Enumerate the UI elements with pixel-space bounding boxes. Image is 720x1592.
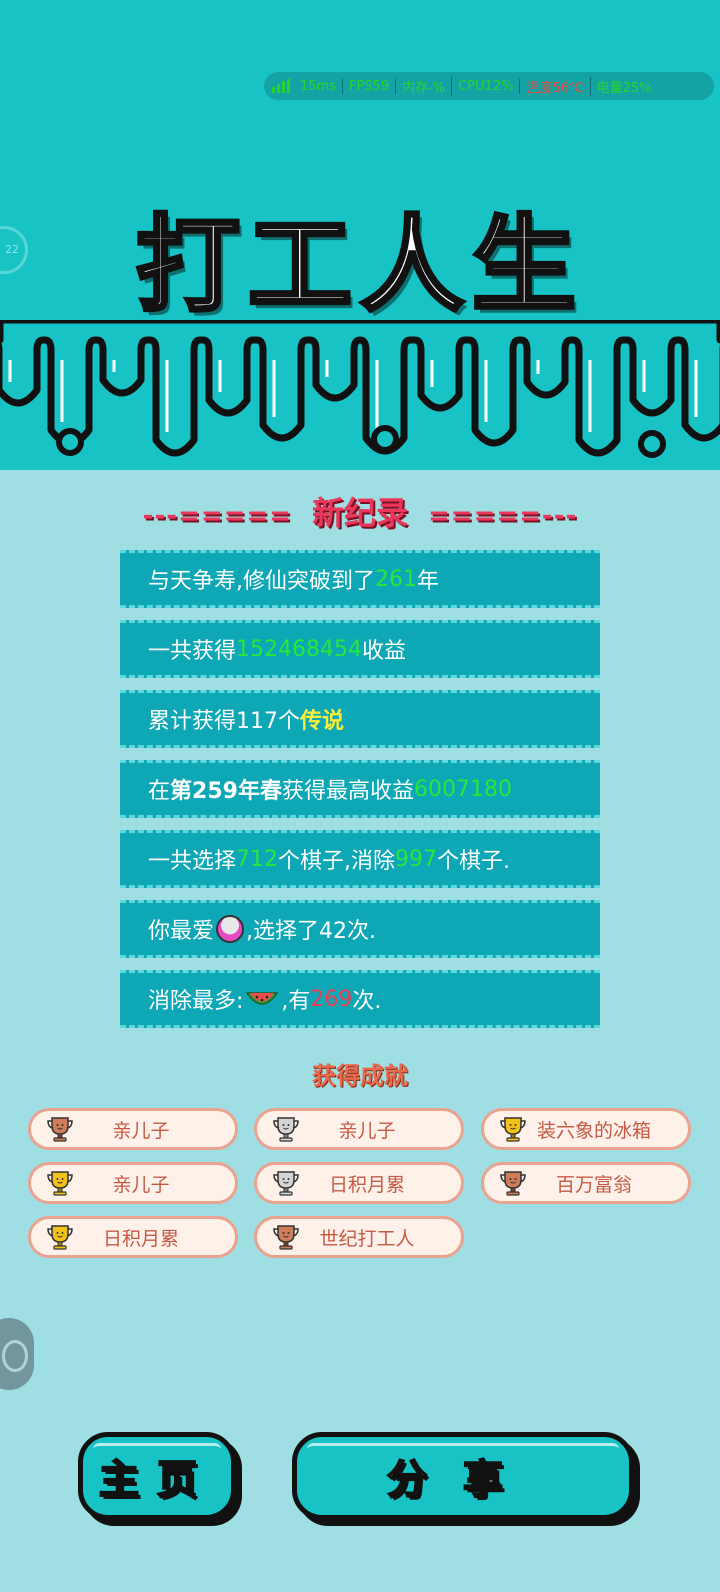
stat-row-most-eliminated: 消除最多: ,有 269 次. bbox=[120, 970, 600, 1028]
achievement-badge[interactable]: 百万富翁 bbox=[481, 1162, 691, 1204]
achievement-label: 亲儿子 bbox=[112, 1119, 170, 1142]
achievements-title: 获得成就 bbox=[312, 1062, 408, 1090]
achievement-label: 日积月累 bbox=[328, 1173, 405, 1196]
egg-ball-icon bbox=[216, 915, 245, 943]
achievement-badge[interactable]: 亲儿子 bbox=[28, 1162, 238, 1204]
floating-assist-button[interactable] bbox=[0, 1318, 34, 1390]
cpu-text: CPU12% bbox=[452, 78, 521, 94]
achievement-badge[interactable]: 亲儿子 bbox=[254, 1108, 464, 1150]
best-season: 第259年春 bbox=[170, 779, 282, 804]
performance-overlay: 15ms FPS59 内存-% CPU12% 温度56℃ 电量25% bbox=[264, 72, 714, 100]
trophy-icon bbox=[273, 1225, 299, 1250]
stat-row-total-income: 一共获得 152468454 收益 bbox=[120, 620, 600, 678]
temperature-text: 温度56℃ bbox=[520, 76, 591, 96]
eliminated-count: 997 bbox=[395, 846, 438, 872]
total-income-value: 152468454 bbox=[236, 636, 362, 662]
watermelon-icon bbox=[246, 992, 279, 1005]
achievement-badge[interactable]: 世纪打工人 bbox=[254, 1216, 464, 1258]
stat-row-favorite: 你最爱 ,选择了42次. bbox=[120, 900, 600, 958]
selected-count: 712 bbox=[236, 846, 279, 872]
achievement-badge[interactable]: 日积月累 bbox=[28, 1216, 238, 1258]
share-button[interactable]: 分享 bbox=[292, 1432, 634, 1520]
new-record-header: ---===== 新纪录 =====--- bbox=[0, 488, 720, 534]
trophy-icon bbox=[47, 1171, 73, 1196]
memory-text: 内存-% bbox=[396, 76, 453, 96]
drip-dot bbox=[638, 430, 666, 458]
achievement-badge[interactable]: 亲儿子 bbox=[28, 1108, 238, 1150]
most-eliminated-value: 269 bbox=[310, 986, 353, 1012]
trophy-icon bbox=[47, 1117, 73, 1142]
achievement-badge[interactable]: 装六象的冰箱 bbox=[481, 1108, 691, 1150]
legend-label: 传说 bbox=[300, 709, 345, 734]
achievement-label: 百万富翁 bbox=[555, 1173, 632, 1196]
trophy-icon bbox=[47, 1225, 73, 1250]
record-dash-right: =====--- bbox=[428, 501, 578, 531]
drip-decoration bbox=[0, 320, 720, 458]
trophy-icon bbox=[273, 1171, 299, 1196]
trophy-icon bbox=[500, 1117, 526, 1142]
home-button[interactable]: 主页 bbox=[78, 1432, 236, 1520]
achievement-badge[interactable]: 日积月累 bbox=[254, 1162, 464, 1204]
signal-icon bbox=[272, 79, 290, 93]
drip-dot bbox=[56, 428, 84, 456]
trophy-icon bbox=[273, 1117, 299, 1142]
battery-text: 电量25% bbox=[596, 80, 652, 96]
best-income-value: 6007180 bbox=[413, 776, 512, 802]
stat-row-legends: 累计获得117个 传说 bbox=[120, 690, 600, 748]
game-title: 打工人生 bbox=[134, 202, 584, 328]
achievement-label: 世纪打工人 bbox=[319, 1227, 415, 1250]
stats-list: 与天争寿,修仙突破到了 261 年 一共获得 152468454 收益 累计获得117个… bbox=[120, 550, 600, 1040]
achievement-label: 亲儿子 bbox=[112, 1173, 170, 1196]
stat-row-lifespan: 与天争寿,修仙突破到了 261 年 bbox=[120, 550, 600, 608]
stat-row-best-income: 在 第259年春 获得最高收益 6007180 bbox=[120, 760, 600, 818]
achievement-label: 亲儿子 bbox=[338, 1119, 396, 1142]
fps-text: FPS59 bbox=[343, 78, 397, 94]
stat-row-pieces: 一共选择 712 个棋子,消除 997 个棋子. bbox=[120, 830, 600, 888]
lifespan-value: 261 bbox=[375, 566, 417, 592]
record-dash-left: ---===== bbox=[142, 501, 292, 531]
achievement-label: 装六象的冰箱 bbox=[536, 1119, 651, 1142]
achievement-label: 日积月累 bbox=[102, 1227, 179, 1250]
new-record-label: 新纪录 bbox=[311, 494, 408, 532]
trophy-icon bbox=[500, 1171, 526, 1196]
drip-dot bbox=[371, 425, 399, 453]
ping-text: 15ms bbox=[294, 78, 343, 94]
